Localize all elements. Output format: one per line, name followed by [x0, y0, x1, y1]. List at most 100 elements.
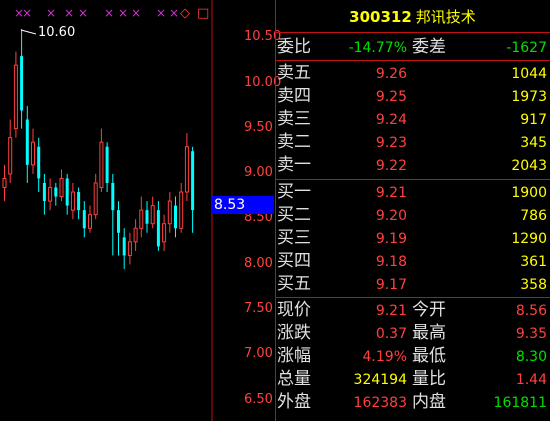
quote-label: 涨幅	[277, 346, 311, 366]
y-tick-label: 6.50	[244, 392, 273, 407]
quote-row-outer: 外盘 162383 内盘 161811	[275, 391, 550, 413]
sell-price: 9.25	[375, 89, 407, 105]
quote-value: 4.19%	[362, 349, 407, 365]
candle-body	[59, 177, 64, 198]
candle-body	[42, 182, 46, 202]
quote-value: 1.44	[515, 372, 547, 388]
sell-row-1[interactable]: 卖一 9.22 2043	[275, 154, 550, 176]
candle-body	[70, 191, 75, 211]
sell-volume: 917	[520, 112, 547, 128]
quote-label: 内盘	[412, 392, 446, 412]
buy-row-2[interactable]: 买二 9.20 786	[275, 204, 550, 226]
buy-volume: 358	[520, 277, 547, 293]
quote-value: 324194	[353, 372, 407, 388]
event-mark: ×	[46, 6, 57, 20]
candle-body	[37, 146, 41, 179]
buy-price: 9.18	[375, 254, 407, 270]
event-mark: ×	[78, 6, 89, 20]
quote-label: 涨跌	[277, 323, 311, 343]
candle-body	[65, 178, 69, 206]
stock-header: 300312 邦讯技术	[275, 6, 550, 27]
candle-body	[93, 182, 98, 216]
quote-label: 量比	[412, 369, 446, 389]
candle-body	[133, 227, 138, 243]
sell-row-3[interactable]: 卖三 9.24 917	[275, 108, 550, 130]
candle-body	[105, 146, 109, 183]
sell-price: 9.22	[375, 158, 407, 174]
y-tick-label: 7.00	[244, 346, 273, 361]
sell-label: 卖四	[277, 86, 311, 106]
y-tick-label: 9.50	[244, 120, 273, 135]
candle-body	[191, 151, 195, 211]
quote-row-pct: 涨幅 4.19% 最低 8.30	[275, 345, 550, 367]
buy-price: 9.17	[375, 277, 407, 293]
buy-volume: 786	[520, 208, 547, 224]
candle-body	[167, 200, 172, 225]
sell-price: 9.23	[375, 135, 407, 151]
event-mark: ×	[104, 6, 115, 20]
buy-row-1[interactable]: 买一 9.21 1900	[275, 181, 550, 203]
candle-body	[99, 141, 104, 188]
candle-body	[117, 210, 120, 233]
candle-body	[174, 205, 177, 229]
weibi-row: 委比 -14.77% 委差 -1627	[275, 36, 550, 58]
candle-body	[2, 177, 7, 188]
sell-volume: 345	[520, 135, 547, 151]
quote-row-volume: 总量 324194 量比 1.44	[275, 368, 550, 390]
square-icon[interactable]: □	[197, 6, 209, 21]
candle-body	[13, 64, 18, 130]
sell-price: 9.26	[375, 66, 407, 82]
buy-label: 买五	[277, 274, 311, 294]
quote-label: 外盘	[277, 392, 311, 412]
candle-body	[184, 146, 189, 193]
quote-value: 9.21	[375, 303, 407, 319]
candle-body	[82, 210, 86, 229]
weicha-label: 委差	[412, 37, 446, 57]
sell-row-5[interactable]: 卖五 9.26 1044	[275, 62, 550, 84]
sell-volume: 1973	[511, 89, 547, 105]
y-tick-label: 9.00	[244, 165, 273, 180]
event-mark: ×	[131, 6, 142, 20]
candle-body	[122, 237, 126, 256]
buy-label: 买四	[277, 251, 311, 271]
candle-body	[88, 214, 92, 229]
candle-body	[162, 223, 167, 243]
buy-volume: 361	[520, 254, 547, 270]
weicha-value: -1627	[506, 40, 547, 56]
event-mark: ×	[64, 6, 75, 20]
candle-body	[31, 141, 35, 166]
diamond-icon[interactable]: ◇	[180, 6, 190, 21]
quote-row-price: 现价 9.21 今开 8.56	[275, 299, 550, 321]
candle-body	[179, 191, 184, 229]
quote-value: 8.56	[515, 303, 547, 319]
high-marker-label: 10.60	[38, 25, 76, 40]
quote-value: 162383	[353, 395, 407, 411]
candle-body	[20, 56, 24, 111]
sell-label: 卖一	[277, 155, 311, 175]
buy-volume: 1290	[511, 231, 547, 247]
buy-price: 9.19	[375, 231, 407, 247]
candle-body	[48, 186, 53, 202]
y-tick-label: 7.50	[244, 301, 273, 316]
event-mark: ×	[169, 6, 180, 20]
candle-body	[111, 182, 115, 211]
buy-row-3[interactable]: 买三 9.19 1290	[275, 227, 550, 249]
buy-price: 9.21	[375, 185, 407, 201]
quote-label: 最低	[412, 346, 446, 366]
buy-price: 9.20	[375, 208, 407, 224]
stock-code: 300312	[349, 8, 412, 26]
sell-row-2[interactable]: 卖二 9.23 345	[275, 131, 550, 153]
quote-value: 161811	[493, 395, 547, 411]
buy-row-5[interactable]: 买五 9.17 358	[275, 273, 550, 295]
sell-volume: 2043	[511, 158, 547, 174]
current-price-tag: 8.53	[212, 196, 274, 214]
buy-row-4[interactable]: 买四 9.18 361	[275, 250, 550, 272]
stock-name: 邦讯技术	[415, 8, 476, 26]
candle-body	[77, 192, 81, 211]
quote-label: 总量	[277, 369, 311, 389]
candle-body	[150, 205, 155, 225]
quote-row-change: 涨跌 0.37 最高 9.35	[275, 322, 550, 344]
sell-row-4[interactable]: 卖四 9.25 1973	[275, 85, 550, 107]
event-mark: ×	[118, 6, 129, 20]
candle-body	[156, 210, 160, 247]
